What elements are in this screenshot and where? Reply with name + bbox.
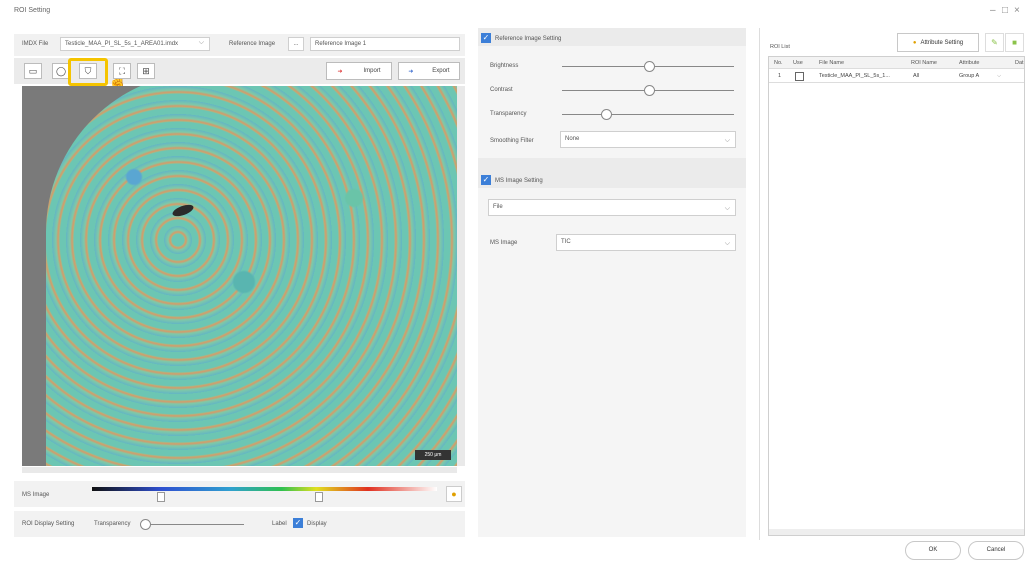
ms-setting-checkbox[interactable]: ✓ xyxy=(481,175,491,185)
contrast-knob[interactable] xyxy=(644,85,655,96)
attribute-setting-label: Attribute Setting xyxy=(920,39,964,46)
rectangle-icon: ▭ xyxy=(28,65,38,76)
ms-source-select[interactable]: File ⌵ xyxy=(488,199,736,216)
reference-image-label: Reference Image xyxy=(229,41,276,47)
smoothing-filter-select[interactable]: None ⌵ xyxy=(560,131,736,148)
ms-image-label: MS Image xyxy=(22,492,50,498)
ms-image-settings-button[interactable]: ● xyxy=(446,486,462,502)
row-file-name: Testicle_MAA_PI_SL_5s_1... xyxy=(819,73,890,79)
image-canvas[interactable]: 250 μm xyxy=(22,86,457,466)
gear-icon: ● xyxy=(912,39,917,46)
delete-roi-button[interactable]: ■ xyxy=(1005,33,1024,52)
color-spectrum-bar xyxy=(92,487,437,491)
tissue-ms-image xyxy=(46,86,457,466)
max-range-thumb[interactable] xyxy=(315,492,323,502)
close-icon[interactable]: × xyxy=(1014,5,1020,16)
cancel-button[interactable]: Cancel xyxy=(968,541,1024,560)
smoothing-filter-label: Smoothing Filter xyxy=(490,138,534,144)
ms-image-row xyxy=(14,481,465,507)
pencil-icon: ✎ xyxy=(991,38,998,47)
maximize-icon[interactable]: □ xyxy=(1002,5,1008,16)
minimize-icon[interactable]: – xyxy=(990,5,996,16)
ms-image-select[interactable]: TIC ⌵ xyxy=(556,234,736,251)
contrast-label: Contrast xyxy=(490,87,513,93)
reference-setting-checkbox[interactable]: ✓ xyxy=(481,33,491,43)
export-icon: ➜ xyxy=(408,68,414,75)
row-no: 1 xyxy=(778,73,782,79)
use-checkbox[interactable] xyxy=(795,72,804,81)
edit-roi-button[interactable]: ✎ xyxy=(985,33,1004,52)
col-attribute: Attribute xyxy=(959,60,980,66)
label-text: Label xyxy=(272,521,287,527)
roi-list-title: ROI List xyxy=(770,44,790,50)
import-label: Import xyxy=(363,68,381,74)
roi-transparency-knob[interactable] xyxy=(140,519,151,530)
ms-setting-title: MS Image Setting xyxy=(495,178,543,184)
gear-icon: ● xyxy=(451,489,457,499)
imdx-file-value: Testicle_MAA_PI_SL_5s_1_AREA01.imdx xyxy=(65,41,179,47)
col-no: No. xyxy=(774,60,783,66)
import-button[interactable]: ➜ Import xyxy=(326,62,392,80)
brightness-label: Brightness xyxy=(490,63,519,69)
display-label: Display xyxy=(307,521,327,527)
ms-source-value: File xyxy=(493,204,503,210)
reference-image-field[interactable]: Reference Image 1 xyxy=(310,37,460,51)
col-roi-name: ROI Name xyxy=(911,60,937,66)
imdx-file-label: IMDX File xyxy=(22,41,49,47)
min-range-thumb[interactable] xyxy=(157,492,165,502)
table-row[interactable] xyxy=(769,69,1024,83)
roi-transparency-slider[interactable] xyxy=(144,524,244,525)
horizontal-scrollbar[interactable] xyxy=(22,467,457,473)
ms-image-value: TIC xyxy=(561,239,571,245)
select-all-button[interactable]: ⊞ xyxy=(137,63,155,79)
chevron-down-icon: ⌵ xyxy=(724,137,730,144)
display-checkbox[interactable]: ✓ xyxy=(293,518,303,528)
col-use: Use xyxy=(793,60,803,66)
col-date: Dat xyxy=(1015,60,1024,66)
fit-icon: ⛶ xyxy=(118,65,126,76)
row-attribute[interactable]: Group A xyxy=(959,73,979,79)
ok-button[interactable]: OK xyxy=(905,541,961,560)
chevron-down-icon: ⌵ xyxy=(198,39,204,46)
window-title: ROI Setting xyxy=(14,7,51,14)
chevron-down-icon: ⌵ xyxy=(724,205,730,212)
transparency-ref-slider[interactable] xyxy=(562,114,734,115)
smoothing-filter-value: None xyxy=(565,136,580,142)
rectangle-tool-button[interactable]: ▭ xyxy=(24,63,42,79)
chevron-down-icon[interactable]: ⌵ xyxy=(997,73,1001,80)
brightness-knob[interactable] xyxy=(644,61,655,72)
row-roi-name: All xyxy=(913,73,920,79)
transparency-label: Transparency xyxy=(94,521,131,527)
scale-bar: 250 μm xyxy=(415,450,451,460)
table-header xyxy=(769,57,1024,69)
ms-image-setting-label: MS Image xyxy=(490,240,518,246)
panel-divider xyxy=(759,28,760,540)
import-icon: ➜ xyxy=(337,68,343,75)
attribute-setting-button[interactable]: ● Attribute Setting xyxy=(897,33,979,52)
chevron-down-icon: ⌵ xyxy=(724,240,730,247)
roi-list-table: No. Use File Name ROI Name Attribute Dat… xyxy=(768,56,1025,536)
fit-selection-button[interactable]: ⛶ xyxy=(113,63,131,79)
col-file-name: File Name xyxy=(819,60,845,66)
export-label: Export xyxy=(432,68,450,74)
export-button[interactable]: ➜ Export xyxy=(398,62,460,80)
ellipse-icon: ◯ xyxy=(55,65,67,76)
roi-display-label: ROI Display Setting xyxy=(22,521,75,527)
reference-setting-title: Reference Image Setting xyxy=(495,36,562,42)
imdx-file-select[interactable]: Testicle_MAA_PI_SL_5s_1_AREA01.imdx ⌵ xyxy=(60,37,210,51)
polygon-tool-button[interactable]: ⛉ xyxy=(79,63,97,79)
transparency-ref-label: Transparency xyxy=(490,111,527,117)
vertical-scrollbar[interactable] xyxy=(457,86,465,466)
roi-list-hscrollbar[interactable] xyxy=(769,529,1024,535)
transparency-ref-knob[interactable] xyxy=(601,109,612,120)
polygon-icon: ⛉ xyxy=(84,65,92,76)
browse-button[interactable]: ... xyxy=(288,37,304,51)
select-all-icon: ⊞ xyxy=(142,65,150,76)
trash-icon: ■ xyxy=(1012,38,1017,47)
